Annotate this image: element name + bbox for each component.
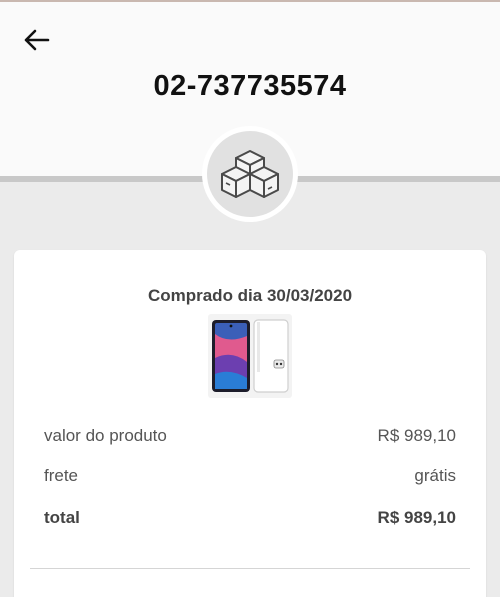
row-value: R$ 989,10 [377, 426, 456, 445]
order-id-title: 02-737735574 [153, 70, 347, 102]
phone-image-icon [212, 319, 289, 393]
back-button[interactable] [18, 24, 54, 56]
status-badge-inner [207, 131, 293, 217]
row-label: total [44, 508, 80, 527]
row-label: frete [44, 466, 79, 485]
row-label: valor do produto [44, 426, 167, 445]
order-card: Comprado dia 30/03/2020 valor do produto… [14, 250, 486, 597]
purchase-date: Comprado dia 30/03/2020 [147, 286, 353, 305]
row-value: R$ 989,10 [377, 508, 456, 527]
arrow-left-icon [24, 29, 50, 51]
card-divider [30, 568, 470, 569]
smartphone-product-image[interactable] [208, 314, 292, 398]
row-value: grátis [414, 466, 456, 485]
boxes-icon [221, 150, 279, 198]
